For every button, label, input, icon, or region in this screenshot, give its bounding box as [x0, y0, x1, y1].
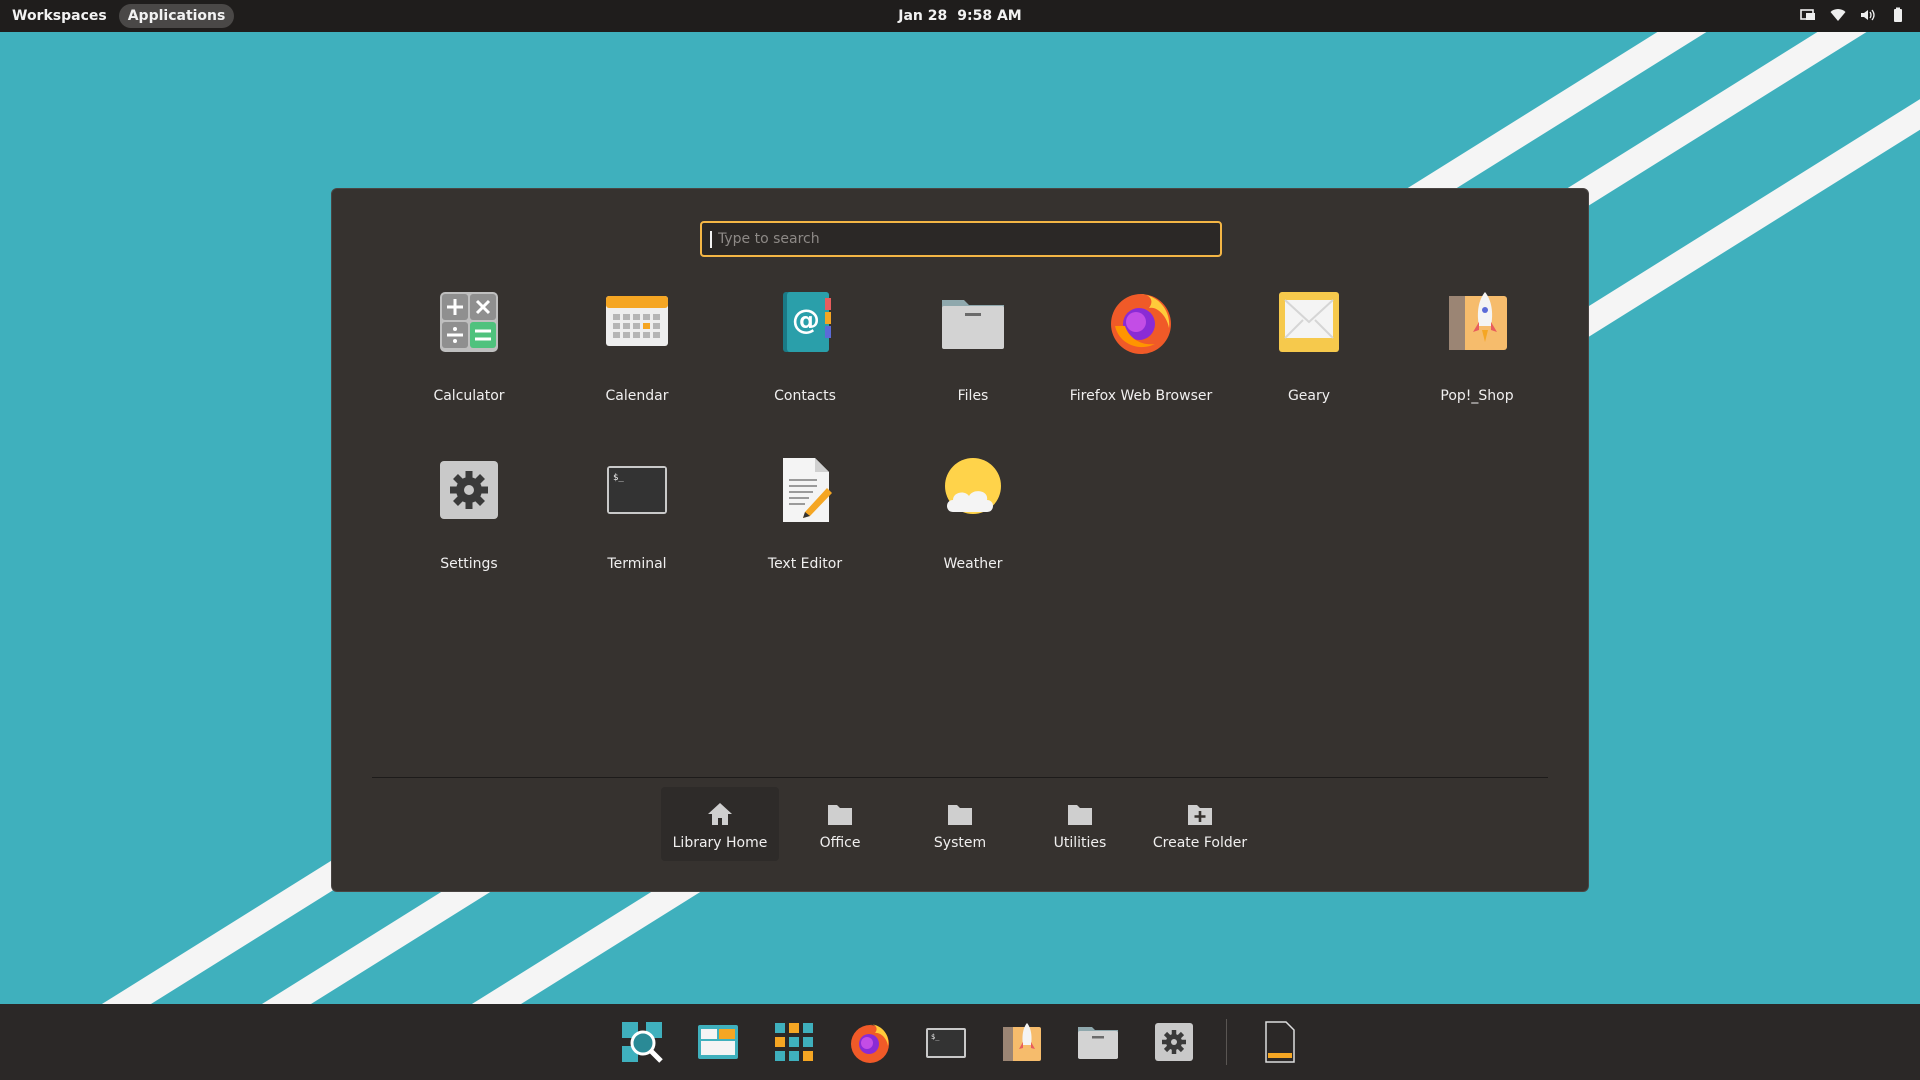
- geary-icon: [1279, 292, 1339, 352]
- app-label: Firefox Web Browser: [1069, 388, 1213, 404]
- dock: $_: [0, 1004, 1920, 1080]
- battery-icon[interactable]: [1890, 7, 1906, 23]
- app-label: Geary: [1287, 388, 1331, 404]
- folder-label: Office: [819, 835, 861, 851]
- dock-separator: [1225, 1019, 1227, 1065]
- launcher-divider: [372, 777, 1548, 778]
- folder-library-home[interactable]: Library Home: [661, 787, 779, 861]
- clock[interactable]: Jan 28 9:58 AM: [898, 8, 1021, 24]
- app-label: Contacts: [774, 388, 836, 404]
- dock-settings[interactable]: [1146, 1014, 1202, 1070]
- firefox-icon: [850, 1024, 889, 1063]
- app-label: Settings: [440, 556, 498, 572]
- calculator-icon: [440, 292, 498, 352]
- app-label: Calculator: [433, 388, 505, 404]
- system-tray[interactable]: [1800, 7, 1906, 23]
- app-firefox[interactable]: Firefox Web Browser: [1057, 279, 1225, 429]
- folder-add-icon: [1188, 805, 1212, 825]
- dock-launcher[interactable]: [614, 1014, 670, 1070]
- app-grid-icon: [774, 1023, 813, 1061]
- app-label: Pop!_Shop: [1440, 388, 1514, 404]
- pop-shop-icon: [1002, 1023, 1041, 1061]
- app-text-editor[interactable]: Text Editor: [721, 447, 889, 597]
- dock-workspaces[interactable]: [690, 1014, 746, 1070]
- app-label: Weather: [943, 556, 1003, 572]
- applications-button[interactable]: Applications: [118, 4, 235, 28]
- terminal-icon: $_: [925, 1028, 966, 1058]
- dock-text-editor[interactable]: [1251, 1014, 1307, 1070]
- volume-icon[interactable]: [1860, 7, 1876, 23]
- dock-app-grid[interactable]: [766, 1014, 822, 1070]
- app-label: Calendar: [605, 388, 669, 404]
- folder-icon: [1068, 805, 1092, 825]
- app-label: Terminal: [607, 556, 667, 572]
- calendar-icon: [606, 296, 668, 346]
- search-field[interactable]: [700, 221, 1222, 257]
- app-settings[interactable]: Settings: [385, 447, 553, 597]
- settings-icon: [1154, 1023, 1193, 1061]
- app-files[interactable]: Files: [889, 279, 1057, 429]
- folder-icon: [828, 805, 852, 825]
- files-icon: [942, 300, 1004, 349]
- contacts-icon: @: [783, 292, 831, 352]
- clock-time: 9:58 AM: [957, 8, 1022, 24]
- weather-icon: [945, 458, 1001, 514]
- dock-pop-shop[interactable]: [994, 1014, 1050, 1070]
- text-editor-icon: [1264, 1021, 1295, 1063]
- workspaces-button[interactable]: Workspaces: [3, 4, 116, 28]
- terminal-icon: $_: [607, 466, 667, 514]
- app-calculator[interactable]: Calculator: [385, 279, 553, 429]
- text-editor-icon: [783, 458, 832, 522]
- settings-icon: [440, 461, 498, 519]
- folder-label: Create Folder: [1152, 835, 1248, 851]
- app-calendar[interactable]: Calendar: [553, 279, 721, 429]
- files-icon: [1077, 1027, 1118, 1059]
- clock-date: Jan 28: [898, 8, 948, 24]
- folder-label: Library Home: [672, 835, 768, 851]
- create-folder-button[interactable]: Create Folder: [1141, 787, 1259, 861]
- search-icon: [621, 1022, 663, 1063]
- application-launcher: Calculator Calendar @ Contacts: [331, 188, 1589, 892]
- display-icon[interactable]: [1800, 7, 1816, 23]
- app-pop-shop[interactable]: Pop!_Shop: [1393, 279, 1561, 429]
- app-terminal[interactable]: $_ Terminal: [553, 447, 721, 597]
- workspaces-icon: [697, 1025, 738, 1059]
- app-weather[interactable]: Weather: [889, 447, 1057, 597]
- firefox-icon: [1111, 294, 1171, 354]
- dock-firefox[interactable]: [842, 1014, 898, 1070]
- svg-text:@: @: [792, 303, 820, 336]
- app-contacts[interactable]: @ Contacts: [721, 279, 889, 429]
- app-geary[interactable]: Geary: [1225, 279, 1393, 429]
- dock-files[interactable]: [1070, 1014, 1126, 1070]
- wifi-icon[interactable]: [1830, 7, 1846, 23]
- home-icon: [708, 803, 732, 825]
- pop-shop-icon: [1449, 292, 1507, 350]
- top-bar: Workspaces Applications Jan 28 9:58 AM: [0, 0, 1920, 32]
- app-label: Files: [957, 388, 989, 404]
- app-label: Text Editor: [767, 556, 843, 572]
- search-input[interactable]: [718, 231, 1198, 247]
- folder-icon: [948, 805, 972, 825]
- svg-text:$_: $_: [931, 1033, 940, 1041]
- folder-label: System: [933, 835, 987, 851]
- folder-label: Utilities: [1053, 835, 1107, 851]
- folder-office[interactable]: Office: [781, 787, 899, 861]
- text-cursor: [710, 230, 712, 248]
- dock-terminal[interactable]: $_: [918, 1014, 974, 1070]
- folder-utilities[interactable]: Utilities: [1021, 787, 1139, 861]
- folder-system[interactable]: System: [901, 787, 1019, 861]
- svg-text:$_: $_: [613, 473, 624, 483]
